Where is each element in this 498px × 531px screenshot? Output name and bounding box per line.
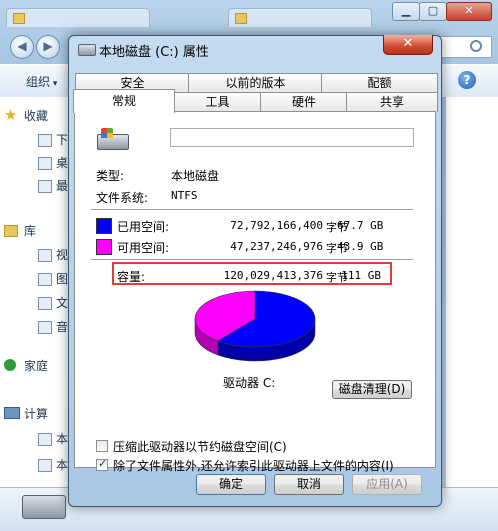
search-icon [470, 40, 482, 52]
faint-background-tab[interactable] [228, 8, 372, 27]
faint-background-tab[interactable] [6, 8, 150, 27]
library-folder-icon [4, 225, 18, 237]
index-checkbox[interactable] [96, 457, 108, 471]
close-window-button[interactable]: ✕ [446, 2, 492, 21]
desktop-icon [38, 157, 52, 170]
apply-button[interactable]: 应用(A) [352, 474, 422, 495]
drive-label: 驱动器 C: [223, 376, 276, 390]
picture-icon [38, 273, 52, 286]
nav-item-drive[interactable]: 本 [56, 430, 68, 448]
tab-tools[interactable]: 工具 [173, 92, 262, 112]
used-space-swatch [96, 218, 112, 234]
separator [91, 259, 413, 261]
used-space-bytes: 72,792,166,400 [230, 219, 323, 232]
navigation-pane: ★ 收藏 下 桌 最 库 视 图 文 音 家庭 计算 本 本 [0, 97, 71, 487]
filesystem-value: NTFS [171, 189, 198, 202]
tab-general[interactable]: 常规 [73, 89, 175, 113]
organize-button[interactable]: 组织 [26, 73, 57, 90]
document-icon [38, 297, 52, 310]
video-icon [38, 249, 52, 262]
drive-icon [38, 459, 52, 472]
tab-hardware[interactable]: 硬件 [260, 92, 348, 112]
music-icon [38, 321, 52, 334]
nav-item-drive[interactable]: 本 [56, 456, 68, 474]
ok-button[interactable]: 确定 [196, 474, 266, 495]
forward-button[interactable]: ▶ [36, 35, 60, 59]
capacity-bytes: 120,029,413,376 [223, 269, 323, 282]
filesystem-label: 文件系统: [96, 191, 149, 205]
nav-item-desktop[interactable]: 桌 [56, 154, 68, 172]
properties-dialog: 本地磁盘 (C:) 属性 ✕ 安全 以前的版本 配额 常规 工具 硬件 共享 类… [68, 35, 442, 507]
computer-icon [4, 407, 20, 419]
nav-item-computer[interactable]: 计算 [24, 405, 68, 423]
nav-item-recent[interactable]: 最 [56, 177, 68, 195]
used-space-gb: 67.7 GB [337, 219, 384, 232]
separator [91, 209, 413, 211]
nav-item-libraries[interactable]: 库 [24, 222, 68, 240]
recent-icon [38, 180, 52, 193]
cancel-button[interactable]: 取消 [274, 474, 344, 495]
back-button[interactable]: ◀ [10, 35, 34, 59]
nav-item-documents[interactable]: 文 [56, 294, 68, 312]
capacity-gb: 111 GB [341, 269, 381, 282]
compress-checkbox[interactable] [96, 440, 108, 452]
nav-item-videos[interactable]: 视 [56, 246, 68, 264]
nav-item-music[interactable]: 音 [56, 318, 68, 336]
type-value: 本地磁盘 [171, 169, 220, 183]
explorer-titlebar: ▁ ▢ ✕ [0, 0, 498, 28]
close-button[interactable]: ✕ [383, 35, 433, 55]
maximize-button[interactable]: ▢ [419, 2, 447, 21]
nav-item-favorites[interactable]: 收藏 [24, 107, 68, 125]
drive-icon [38, 433, 52, 446]
general-panel: 类型: 本地磁盘 文件系统: NTFS 已用空间: 72,792,166,400… [74, 111, 436, 473]
tab-sharing[interactable]: 共享 [346, 92, 438, 112]
disk-cleanup-button[interactable]: 磁盘清理(D) [332, 380, 412, 399]
dialog-title: 本地磁盘 (C:) 属性 [99, 45, 209, 60]
homegroup-icon [4, 359, 16, 371]
disk-usage-pie [194, 290, 316, 362]
free-space-bytes: 47,237,246,976 [230, 240, 323, 253]
volume-name-input[interactable] [170, 128, 414, 147]
tab-quota[interactable]: 配额 [321, 73, 438, 93]
type-label: 类型: [96, 169, 125, 183]
folder-icon [38, 134, 52, 147]
drive-icon [97, 128, 129, 150]
minimize-button[interactable]: ▁ [392, 2, 420, 21]
favorites-star-icon: ★ [4, 106, 18, 124]
tab-previous-versions[interactable]: 以前的版本 [188, 73, 323, 93]
index-label[interactable]: 除了文件属性外,还允许索引此驱动器上文件的内容(I) [113, 457, 394, 474]
drive-icon [78, 44, 96, 56]
nav-item-homegroup[interactable]: 家庭 [24, 357, 68, 375]
compress-label[interactable]: 压缩此驱动器以节约磁盘空间(C) [113, 438, 287, 455]
drive-icon [22, 495, 66, 519]
free-space-label: 可用空间: [117, 241, 170, 255]
free-space-swatch [96, 239, 112, 255]
content-pane [446, 97, 498, 487]
free-space-gb: 43.9 GB [337, 240, 384, 253]
used-space-label: 已用空间: [117, 220, 170, 234]
nav-item-pictures[interactable]: 图 [56, 270, 68, 288]
help-icon[interactable]: ? [458, 71, 476, 89]
capacity-label: 容量: [117, 270, 146, 284]
nav-item-downloads[interactable]: 下 [56, 131, 68, 149]
